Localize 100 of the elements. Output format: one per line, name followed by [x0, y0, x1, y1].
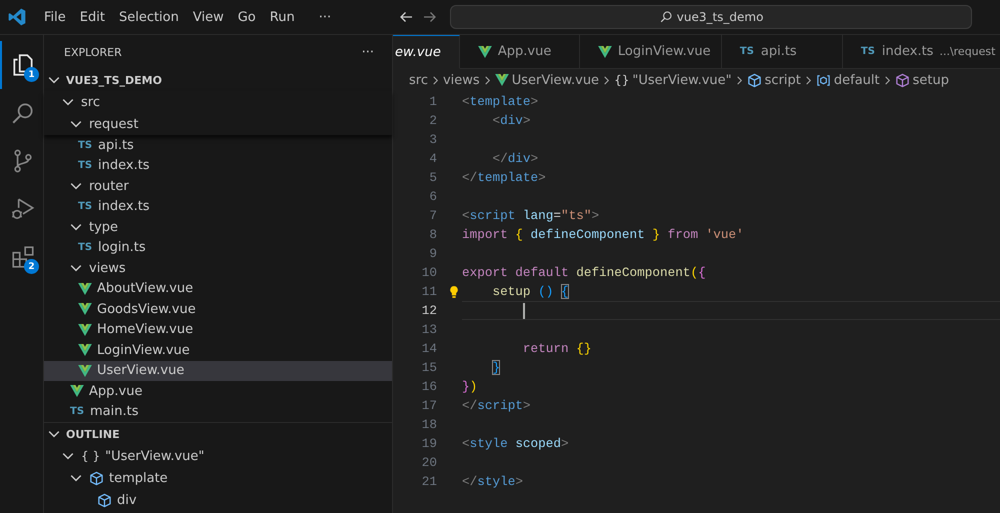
breadcrumb-item[interactable]: setup	[912, 72, 949, 88]
notification-badge: 2	[24, 259, 39, 274]
outline-item[interactable]: div	[44, 489, 392, 511]
tab-label: App.vue	[498, 44, 552, 59]
breadcrumb-item[interactable]: src	[409, 72, 428, 88]
braces-icon: {}	[614, 73, 630, 87]
typescript-file-icon: TS	[78, 160, 93, 172]
file-name: index.ts	[98, 199, 150, 214]
text-cursor	[522, 302, 525, 318]
chevron-down-icon[interactable]	[70, 118, 82, 130]
chevron-right-icon	[804, 76, 813, 84]
more-actions-button[interactable]: ···	[362, 44, 374, 60]
menu-item[interactable]: Edit	[72, 10, 112, 24]
chevron-down-icon[interactable]	[48, 74, 60, 86]
explorer-item[interactable]: TS index.ts	[44, 196, 392, 217]
code-line: </template>	[462, 170, 546, 185]
vue-logo-icon	[78, 303, 92, 316]
menu-item[interactable]: Run	[262, 10, 302, 24]
line-number: 16	[420, 379, 437, 394]
editor-tab[interactable]: TS api.ts	[722, 35, 843, 69]
file-name: App.vue	[89, 384, 142, 399]
explorer-item[interactable]: TS main.ts	[44, 402, 392, 422]
symbol-name: template	[109, 470, 168, 486]
file-name: type	[89, 220, 118, 235]
explorer-item[interactable]: App.vue	[44, 381, 392, 402]
code-line: import { defineComponent } from 'vue'	[462, 227, 744, 242]
line-number: 7	[428, 208, 437, 223]
code-line: export default defineComponent({	[462, 265, 706, 280]
chevron-down-icon[interactable]	[62, 450, 74, 462]
chevron-right-icon	[882, 76, 892, 84]
menu-item[interactable]: Selection	[112, 10, 186, 24]
explorer-item[interactable]: UserView.vue	[44, 360, 392, 381]
line-number: 17	[420, 398, 437, 413]
vue-logo-icon	[494, 74, 509, 86]
line-number: 3	[428, 132, 437, 147]
explorer-item[interactable]: HomeView.vue	[44, 320, 392, 340]
explorer-item[interactable]: TS login.ts	[44, 238, 392, 258]
explorer-item[interactable]: GoodsView.vue	[44, 299, 392, 320]
breadcrumb-item[interactable]: "UserView.vue"	[632, 72, 732, 88]
cube-icon	[894, 72, 910, 88]
breadcrumb-item[interactable]: views	[442, 72, 480, 88]
line-number: 6	[428, 189, 437, 204]
menu-item[interactable]: Go	[230, 10, 263, 24]
menu-item[interactable]: View	[186, 10, 231, 24]
explorer-item[interactable]: TS index.ts	[44, 156, 392, 176]
folder-item[interactable]: src	[44, 91, 392, 113]
chevron-down-icon[interactable]	[48, 428, 60, 440]
code-line: </script>	[462, 398, 531, 413]
line-number: 18	[420, 417, 437, 432]
panel-title: EXPLORER	[64, 46, 122, 58]
outline-item[interactable]: { } "UserView.vue"	[44, 445, 392, 467]
run-debug-icon	[10, 196, 36, 222]
notification-badge: 1	[24, 67, 39, 82]
code-line: })	[462, 379, 478, 394]
search-icon	[658, 10, 673, 24]
file-name: request	[89, 116, 138, 132]
cube-icon	[746, 72, 762, 88]
editor-tab[interactable]: App.vue	[460, 35, 580, 69]
breadcrumb-item[interactable]: UserView.vue	[512, 72, 600, 88]
line-number: 11	[420, 284, 437, 299]
braces-icon: { }	[81, 449, 100, 463]
breadcrumb-item[interactable]: default	[834, 72, 880, 88]
chevron-down-icon[interactable]	[70, 472, 82, 484]
explorer-item[interactable]: TS api.ts	[44, 135, 392, 156]
line-number: 12	[420, 303, 437, 318]
folder-item[interactable]: views	[44, 258, 392, 278]
file-name: login.ts	[98, 240, 146, 256]
explorer-item[interactable]: AboutView.vue	[44, 278, 392, 299]
command-center[interactable]: vue3_ts_demo	[450, 5, 972, 29]
line-number: 2	[428, 113, 437, 128]
line-number: 20	[420, 455, 437, 470]
cube-icon	[97, 492, 112, 508]
outline-item[interactable]: template	[44, 467, 392, 489]
tab-label: api.ts	[760, 44, 797, 59]
line-number: 19	[420, 436, 437, 451]
extensions-tab[interactable]: 2	[0, 233, 43, 281]
chevron-right-icon	[482, 76, 492, 84]
folder-item[interactable]: router	[44, 176, 392, 196]
folder-item[interactable]: type	[44, 217, 392, 238]
explorer-item[interactable]: LoginView.vue	[44, 340, 392, 360]
vue-logo-icon	[478, 46, 492, 58]
vue-logo-icon	[78, 324, 92, 336]
line-number: 13	[420, 322, 437, 337]
editor-tab[interactable]: ew.vue	[393, 35, 460, 69]
typescript-file-icon: TS	[78, 201, 93, 212]
breadcrumb-item[interactable]: script	[764, 72, 801, 88]
project-header[interactable]: VUE3_TS_DEMO	[44, 69, 392, 91]
editor-tab[interactable]: TS index.ts ...\request	[842, 35, 1000, 69]
folder-item[interactable]: request	[44, 113, 392, 135]
symbol-name: div	[117, 492, 137, 508]
line-number: 14	[420, 341, 437, 356]
editor-tab[interactable]: LoginView.vue	[580, 35, 722, 69]
outline-header[interactable]: OUTLINE	[44, 423, 392, 445]
workspace-name: vue3_ts_demo	[676, 10, 764, 24]
more-menu[interactable]: ···	[312, 10, 338, 24]
section-title: OUTLINE	[66, 428, 120, 440]
chevron-down-icon[interactable]	[62, 96, 74, 108]
symbol-name: "UserView.vue"	[105, 448, 204, 464]
menu-item[interactable]: File	[37, 10, 73, 24]
code-line: <template>	[462, 94, 538, 109]
